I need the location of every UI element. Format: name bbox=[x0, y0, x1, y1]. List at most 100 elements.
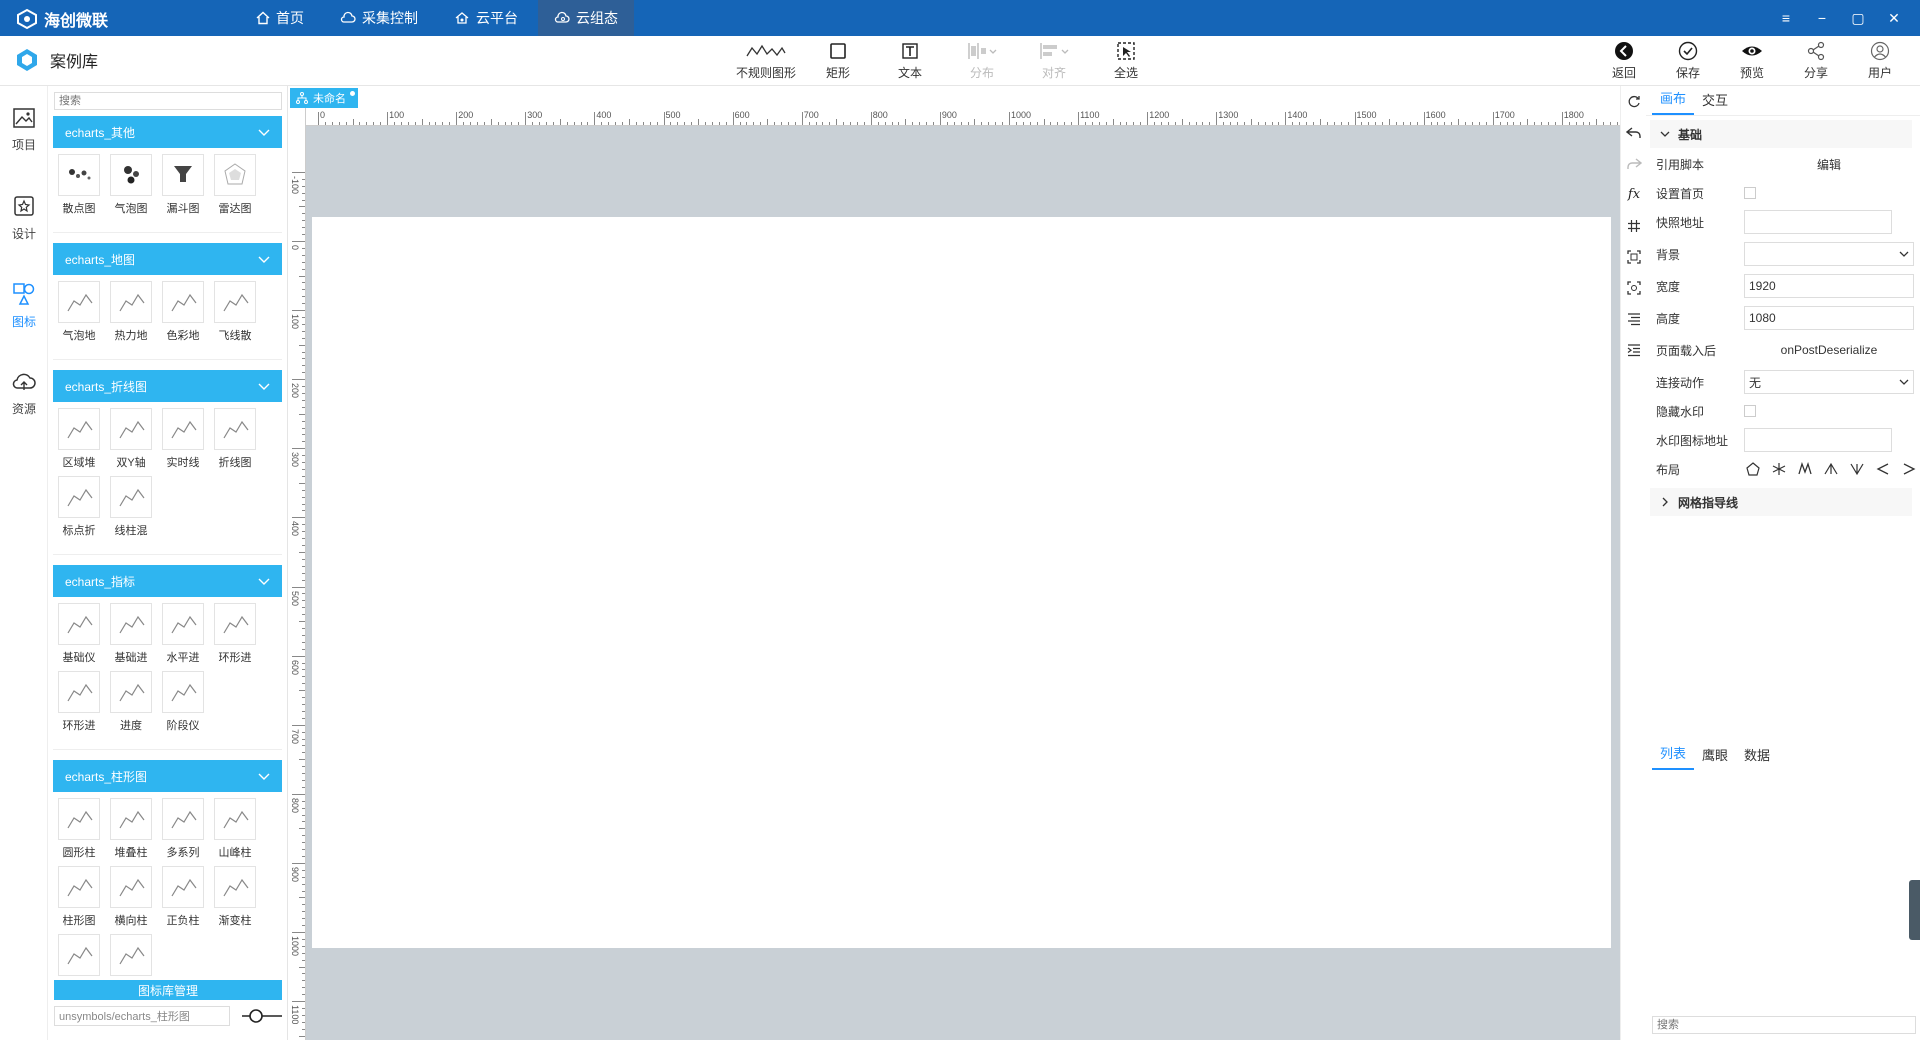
library-group-header[interactable]: echarts_柱形图 bbox=[53, 760, 282, 792]
fit-screen-icon[interactable] bbox=[1621, 272, 1647, 303]
library-item[interactable]: 线柱混 bbox=[105, 476, 157, 544]
library-group-header[interactable]: echarts_折线图 bbox=[53, 370, 282, 402]
tool-irregular-shape[interactable]: 不规则图形 bbox=[730, 40, 802, 82]
share-button[interactable]: 分享 bbox=[1784, 40, 1848, 82]
library-item[interactable]: 标点折 bbox=[53, 476, 105, 544]
preview-button[interactable]: 预览 bbox=[1720, 40, 1784, 82]
rail-icons[interactable]: 图标 bbox=[0, 262, 48, 350]
library-item[interactable] bbox=[53, 934, 105, 986]
tab-list[interactable]: 列表 bbox=[1652, 743, 1695, 770]
library-item[interactable]: 阶段仪 bbox=[157, 671, 209, 739]
size-slider[interactable] bbox=[240, 1006, 284, 1026]
tab-interaction[interactable]: 交互 bbox=[1694, 90, 1736, 115]
menu-icon[interactable]: ≡ bbox=[1768, 0, 1804, 36]
layout-up-icon[interactable] bbox=[1822, 460, 1840, 478]
layout-m-icon[interactable] bbox=[1796, 460, 1814, 478]
library-path-input[interactable] bbox=[54, 1006, 230, 1026]
layout-radial-icon[interactable] bbox=[1770, 460, 1788, 478]
library-item[interactable]: 正负柱 bbox=[157, 866, 209, 934]
edge-scroll-handle[interactable] bbox=[1909, 880, 1920, 940]
onload-link[interactable]: onPostDeserialize bbox=[1744, 343, 1914, 357]
save-button[interactable]: 保存 bbox=[1656, 40, 1720, 82]
library-item[interactable]: 山峰柱 bbox=[209, 798, 261, 866]
width-input[interactable] bbox=[1744, 274, 1914, 298]
minimize-icon[interactable]: − bbox=[1804, 0, 1840, 36]
library-item[interactable]: 气泡地 bbox=[53, 281, 105, 349]
script-edit-link[interactable]: 编辑 bbox=[1744, 156, 1914, 173]
tab-data[interactable]: 数据 bbox=[1736, 745, 1778, 770]
snapshot-input[interactable] bbox=[1744, 210, 1892, 234]
library-item[interactable]: 双Y轴 bbox=[105, 408, 157, 476]
library-item[interactable]: 漏斗图 bbox=[157, 154, 209, 222]
section-basic[interactable]: 基础 bbox=[1650, 120, 1912, 148]
fit-icon[interactable] bbox=[1621, 241, 1647, 272]
rail-design[interactable]: 设计 bbox=[0, 174, 48, 262]
rail-resources[interactable]: 资源 bbox=[0, 350, 48, 438]
library-item[interactable]: 散点图 bbox=[53, 154, 105, 222]
indent-icon[interactable] bbox=[1621, 334, 1647, 365]
layout-tree-icon[interactable] bbox=[1744, 460, 1762, 478]
canvas-tab[interactable]: 未命名 bbox=[290, 88, 358, 108]
library-item[interactable]: 水平进 bbox=[157, 603, 209, 671]
library-item[interactable]: 雷达图 bbox=[209, 154, 261, 222]
link-action-select[interactable]: 无 bbox=[1744, 370, 1914, 394]
tool-select-all[interactable]: 全选 bbox=[1090, 40, 1162, 82]
back-button[interactable]: 返回 bbox=[1592, 40, 1656, 82]
library-item[interactable]: 基础仪 bbox=[53, 603, 105, 671]
layout-right-icon[interactable] bbox=[1900, 460, 1918, 478]
library-item[interactable] bbox=[105, 934, 157, 986]
close-icon[interactable]: ✕ bbox=[1876, 0, 1912, 36]
refresh-icon[interactable] bbox=[1621, 86, 1647, 117]
tool-distribute[interactable]: 分布 bbox=[946, 40, 1018, 82]
library-item[interactable]: 环形进 bbox=[209, 603, 261, 671]
grid-icon[interactable] bbox=[1621, 210, 1647, 241]
library-item[interactable]: 柱形图 bbox=[53, 866, 105, 934]
library-item[interactable]: 环形进 bbox=[53, 671, 105, 739]
redo-icon[interactable] bbox=[1621, 148, 1647, 179]
layout-left-icon[interactable] bbox=[1874, 460, 1892, 478]
library-group-header[interactable]: echarts_地图 bbox=[53, 243, 282, 275]
list-search-input[interactable] bbox=[1652, 1016, 1916, 1034]
library-item[interactable]: 多系列 bbox=[157, 798, 209, 866]
tab-canvas[interactable]: 画布 bbox=[1652, 88, 1695, 115]
library-group-header[interactable]: echarts_指标 bbox=[53, 565, 282, 597]
library-item[interactable]: 基础进 bbox=[105, 603, 157, 671]
maximize-icon[interactable]: ▢ bbox=[1840, 0, 1876, 36]
library-item[interactable]: 进度 bbox=[105, 671, 157, 739]
function-icon[interactable]: fx bbox=[1621, 179, 1647, 210]
library-item[interactable]: 飞线散 bbox=[209, 281, 261, 349]
background-select[interactable] bbox=[1744, 242, 1914, 266]
library-item[interactable]: 折线图 bbox=[209, 408, 261, 476]
library-item[interactable]: 横向柱 bbox=[105, 866, 157, 934]
library-item[interactable]: 气泡图 bbox=[105, 154, 157, 222]
align-right-icon[interactable] bbox=[1621, 303, 1647, 334]
height-input[interactable] bbox=[1744, 306, 1914, 330]
homepage-checkbox[interactable] bbox=[1744, 187, 1756, 199]
canvas-workspace[interactable] bbox=[306, 126, 1620, 1040]
nav-cloud-config[interactable]: 云组态 bbox=[538, 0, 634, 36]
undo-icon[interactable] bbox=[1621, 117, 1647, 148]
hide-watermark-checkbox[interactable] bbox=[1744, 405, 1756, 417]
icon-library-manage-button[interactable]: 图标库管理 bbox=[54, 980, 282, 1000]
library-item[interactable]: 渐变柱 bbox=[209, 866, 261, 934]
library-item[interactable]: 实时线 bbox=[157, 408, 209, 476]
tab-eagle-eye[interactable]: 鹰眼 bbox=[1694, 745, 1736, 770]
library-group-header[interactable]: echarts_其他 bbox=[53, 116, 282, 148]
library-search-input[interactable] bbox=[54, 92, 282, 110]
library-item[interactable]: 热力地 bbox=[105, 281, 157, 349]
library-item[interactable]: 区域堆 bbox=[53, 408, 105, 476]
library-item[interactable]: 堆叠柱 bbox=[105, 798, 157, 866]
nav-home[interactable]: 首页 bbox=[240, 0, 320, 36]
canvas-page[interactable] bbox=[312, 217, 1611, 948]
library-item[interactable]: 圆形柱 bbox=[53, 798, 105, 866]
library-item[interactable]: 色彩地 bbox=[157, 281, 209, 349]
nav-cloud-platform[interactable]: 云平台 bbox=[438, 0, 534, 36]
watermark-icon-input[interactable] bbox=[1744, 428, 1892, 452]
layout-down-icon[interactable] bbox=[1848, 460, 1866, 478]
tool-text[interactable]: 文本 bbox=[874, 40, 946, 82]
user-button[interactable]: 用户 bbox=[1848, 40, 1912, 82]
section-grid-guides[interactable]: 网格指导线 bbox=[1650, 488, 1912, 516]
tool-rectangle[interactable]: 矩形 bbox=[802, 40, 874, 82]
rail-project[interactable]: 项目 bbox=[0, 86, 48, 174]
nav-collect[interactable]: 采集控制 bbox=[324, 0, 434, 36]
